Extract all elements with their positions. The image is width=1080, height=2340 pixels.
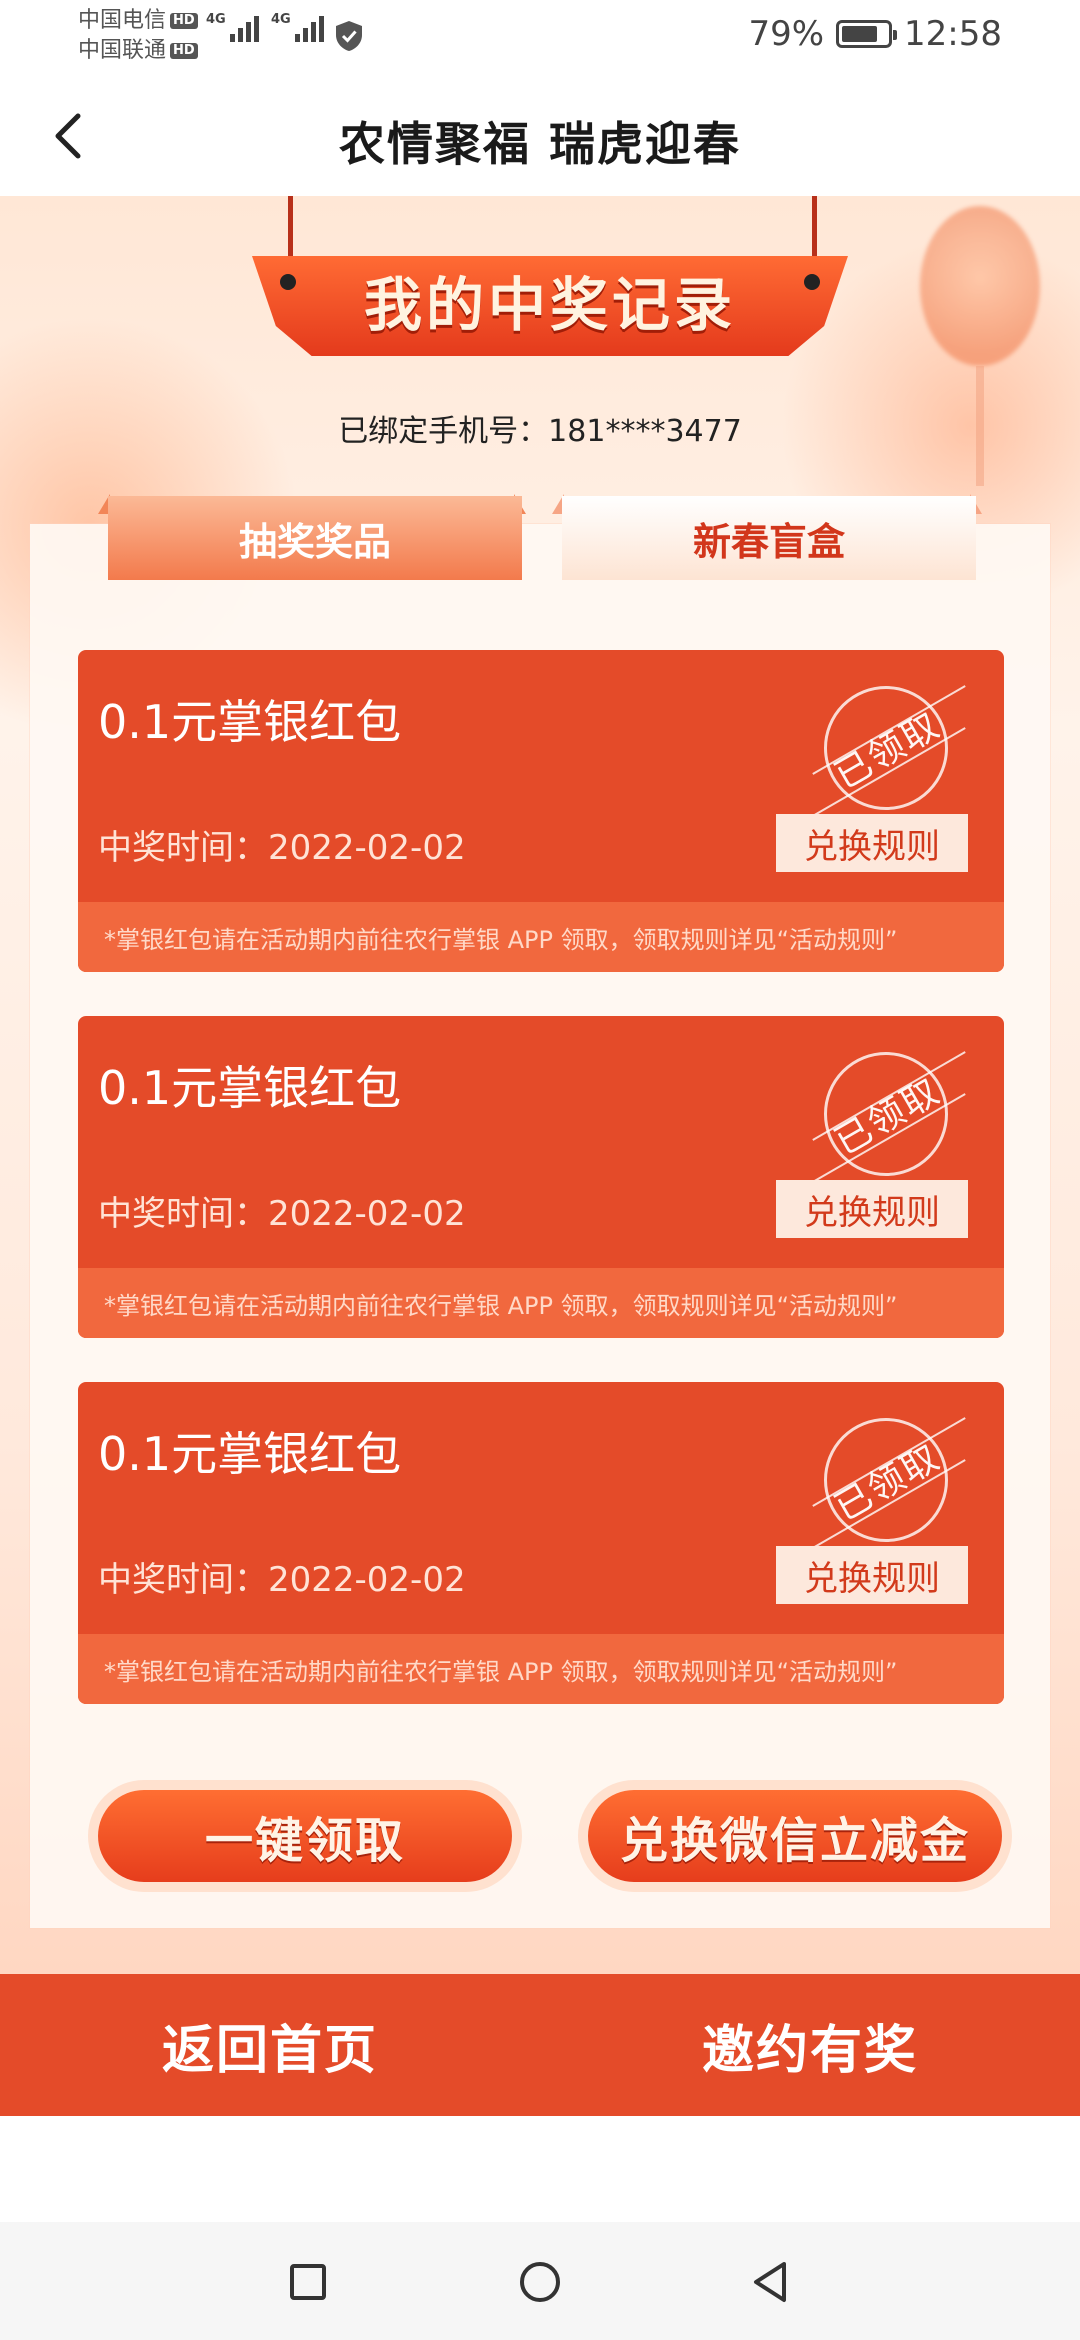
prize-date: 中奖时间：2022-02-02 xyxy=(98,828,466,868)
prize-note: *掌银红包请在活动期内前往农行掌银 APP 领取，领取规则详见“活动规则” xyxy=(78,1634,1004,1704)
battery-icon xyxy=(836,20,898,48)
battery-percent: 79% xyxy=(748,14,825,54)
carrier-info: 中国电信 HD 中国联通 HD xyxy=(78,6,198,66)
banner-nail xyxy=(804,274,820,290)
page-title: 农情聚福 瑞虎迎春 xyxy=(338,117,741,171)
exchange-rules-button[interactable]: 兑换规则 xyxy=(776,1546,968,1604)
prize-date: 中奖时间：2022-02-02 xyxy=(98,1194,466,1234)
stamp-text: 已领取 xyxy=(828,1070,948,1164)
prize-note: *掌银红包请在活动期内前往农行掌银 APP 领取，领取规则详见“活动规则” xyxy=(78,1268,1004,1338)
main-content: 我的中奖记录 已绑定手机号：181****3477 抽奖奖品 新春盲盒 0.1元… xyxy=(0,196,1080,1974)
prize-name: 0.1元掌银红包 xyxy=(98,695,402,749)
bound-phone-text: 已绑定手机号：181****3477 xyxy=(338,414,742,449)
prize-note: *掌银红包请在活动期内前往农行掌银 APP 领取，领取规则详见“活动规则” xyxy=(78,902,1004,972)
back-home-button[interactable]: 返回首页 xyxy=(0,1974,540,2116)
exchange-wechat-button[interactable]: 兑换微信立减金 xyxy=(588,1790,1002,1882)
exchange-rules-button[interactable]: 兑换规则 xyxy=(776,814,968,872)
system-nav-bar xyxy=(0,2222,1080,2340)
hd-badge: HD xyxy=(170,13,198,29)
bottom-action-bar: 返回首页 邀约有奖 xyxy=(0,1974,1080,2116)
claimed-stamp: 已领取 xyxy=(812,1417,966,1549)
claimed-stamp: 已领取 xyxy=(812,1051,966,1183)
tab-spring-blind-box[interactable]: 新春盲盒 xyxy=(562,496,976,580)
invite-reward-button[interactable]: 邀约有奖 xyxy=(540,1974,1080,2116)
claim-all-button[interactable]: 一键领取 xyxy=(98,1790,512,1882)
shield-check-icon xyxy=(336,21,362,51)
prize-name: 0.1元掌银红包 xyxy=(98,1061,402,1115)
prize-card: 0.1元掌银红包 中奖时间：2022-02-02 已领取 兑换规则 *掌银红包请… xyxy=(78,1382,1004,1704)
carrier-2-label: 中国联通 xyxy=(78,38,167,63)
banner-rope xyxy=(812,196,817,256)
network-type-label: 4G xyxy=(271,12,291,27)
status-bar: 中国电信 HD 中国联通 HD 4G 4G 79% 12:58 xyxy=(0,0,1080,80)
banner-rope xyxy=(288,196,293,256)
hd-badge: HD xyxy=(170,43,198,59)
lantern-decoration xyxy=(920,206,1040,366)
exchange-rules-button[interactable]: 兑换规则 xyxy=(776,1180,968,1238)
status-right: 79% 12:58 xyxy=(748,14,1002,54)
tab-lottery-prizes[interactable]: 抽奖奖品 xyxy=(108,496,522,580)
prize-card: 0.1元掌银红包 中奖时间：2022-02-02 已领取 兑换规则 *掌银红包请… xyxy=(78,1016,1004,1338)
clock: 12:58 xyxy=(904,14,1002,54)
title-bar: 农情聚福 瑞虎迎春 xyxy=(0,80,1080,196)
square-icon[interactable] xyxy=(278,2252,338,2312)
banner-nail xyxy=(280,274,296,290)
signal-icon: 4G xyxy=(271,12,324,42)
prize-name: 0.1元掌银红包 xyxy=(98,1427,402,1481)
stamp-text: 已领取 xyxy=(828,1436,948,1530)
title-banner: 我的中奖记录 xyxy=(252,256,848,356)
network-type-label: 4G xyxy=(206,12,226,27)
prize-card: 0.1元掌银红包 中奖时间：2022-02-02 已领取 兑换规则 *掌银红包请… xyxy=(78,650,1004,972)
signal-indicators: 4G 4G xyxy=(206,12,324,42)
banner-title: 我的中奖记录 xyxy=(363,271,736,339)
signal-icon: 4G xyxy=(206,12,259,42)
triangle-back-icon[interactable] xyxy=(740,2252,800,2312)
prize-date: 中奖时间：2022-02-02 xyxy=(98,1560,466,1600)
carrier-1-label: 中国电信 xyxy=(78,8,167,33)
stamp-text: 已领取 xyxy=(828,704,948,798)
circle-icon[interactable] xyxy=(510,2252,570,2312)
claimed-stamp: 已领取 xyxy=(812,685,966,817)
